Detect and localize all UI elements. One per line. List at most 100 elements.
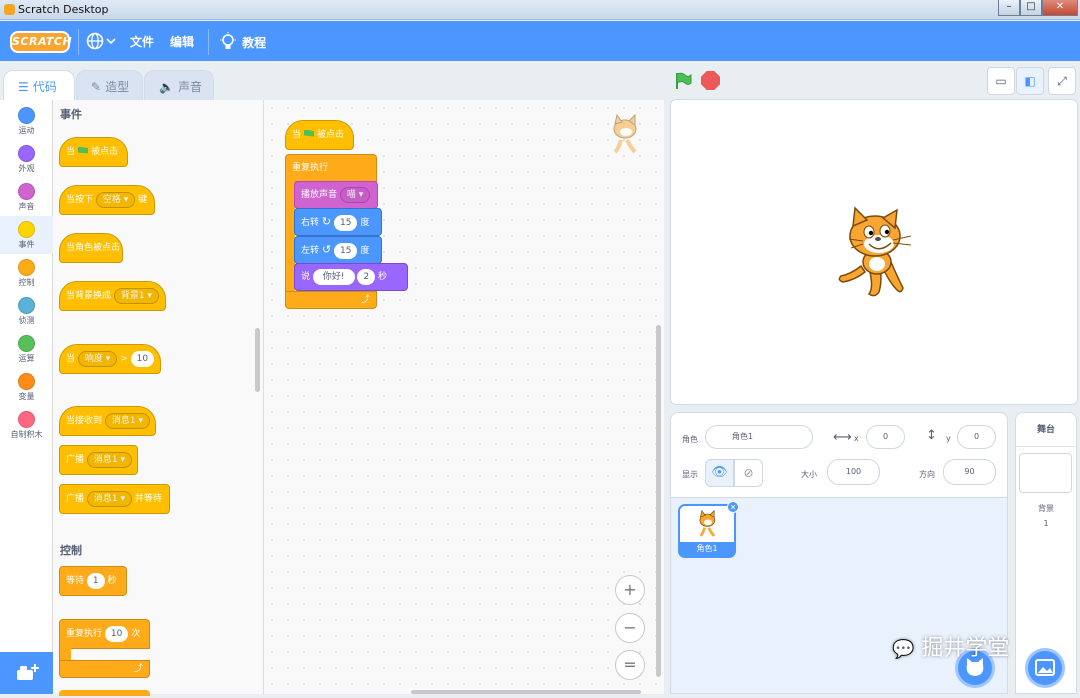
forever-block-footer: ⤴ <box>285 291 377 309</box>
block-when-backdrop-switches[interactable]: 当背景换成 背景1 ▾ <box>59 281 166 311</box>
direction-label: 方向 <box>919 470 935 479</box>
sound-dropdown[interactable]: 喵 ▾ <box>339 186 371 203</box>
fullscreen-icon: ⤢ <box>1057 74 1067 88</box>
sprite-thumbnail[interactable]: ✕ 角色1 <box>678 501 739 558</box>
script-when-flag-clicked[interactable]: 当被点击 <box>285 120 354 150</box>
sprite-name-input[interactable]: 角色1 <box>705 425 813 449</box>
sprite-cat[interactable] <box>831 206 921 298</box>
sensor-dropdown[interactable]: 响度 ▾ <box>77 350 118 367</box>
hide-sprite-button[interactable]: ⊘ <box>734 459 763 487</box>
size-input[interactable]: 100 <box>827 459 880 485</box>
fullscreen-button[interactable]: ⤢ <box>1048 67 1076 95</box>
threshold-input[interactable]: 10 <box>130 350 155 367</box>
menu-bar: SCRATCH 文件 编辑 教程 <box>0 21 1080 61</box>
category-control[interactable]: 控制 <box>0 254 53 292</box>
tab-costumes[interactable]: ✎ 造型 <box>76 70 143 100</box>
tab-sounds[interactable]: 🔈 声音 <box>144 70 214 100</box>
wait-seconds-input[interactable]: 1 <box>86 572 105 589</box>
direction-input[interactable]: 90 <box>943 459 996 485</box>
script-say-for-secs[interactable]: 说 你好! 2 秒 <box>294 263 408 291</box>
sprite-info-panel: 角色 角色1 ⟷ x 0 ↕ y 0 显示 👁 ⊘ 大小 100 方向 90 <box>670 412 1008 498</box>
block-repeat[interactable]: 重复执行 10 次 <box>59 619 150 649</box>
category-events[interactable]: 事件 <box>0 216 53 254</box>
category-my-blocks[interactable]: 自制积木 <box>0 406 53 444</box>
category-looks[interactable]: 外观 <box>0 140 53 178</box>
brush-icon: ✎ <box>91 80 102 94</box>
say-seconds-input[interactable]: 2 <box>357 268 376 285</box>
key-dropdown[interactable]: 空格 ▾ <box>95 191 136 208</box>
turn-right-degrees-input[interactable]: 15 <box>333 214 358 231</box>
workspace-vertical-scrollbar[interactable] <box>656 325 661 677</box>
large-stage-button[interactable]: ◧ <box>1016 67 1044 95</box>
block-broadcast-and-wait[interactable]: 广播 消息1 ▾ 并等待 <box>59 484 170 514</box>
message-dropdown[interactable]: 消息1 ▾ <box>86 451 133 468</box>
block-when-greater-than[interactable]: 当 响度 ▾ > 10 <box>59 344 161 374</box>
script-forever-block[interactable]: 重复执行 <box>285 154 377 182</box>
message-dropdown[interactable]: 消息1 ▾ <box>86 490 133 507</box>
maximize-button[interactable]: □ <box>1020 0 1042 16</box>
category-operators[interactable]: 运算 <box>0 330 53 368</box>
script-turn-left[interactable]: 左转 ↺ 15 度 <box>294 236 382 264</box>
repeat-count-input[interactable]: 10 <box>104 625 129 642</box>
category-sensing[interactable]: 侦测 <box>0 292 53 330</box>
backdrop-dropdown[interactable]: 背景1 ▾ <box>113 287 160 304</box>
block-when-flag-clicked[interactable]: 当被点击 <box>59 137 128 167</box>
language-menu[interactable] <box>86 31 116 55</box>
window-title: Scratch Desktop <box>18 3 109 16</box>
backdrop-thumbnail[interactable] <box>1019 453 1072 493</box>
zoom-in-button[interactable]: + <box>615 575 645 605</box>
tutorials-label: 教程 <box>242 36 267 50</box>
zoom-reset-button[interactable]: = <box>615 650 645 680</box>
tab-code[interactable]: ☰ 代码 <box>3 70 75 101</box>
workspace-horizontal-scrollbar[interactable] <box>411 690 641 694</box>
window-title-bar: Scratch Desktop – □ ✕ <box>0 0 1080 20</box>
zoom-out-button[interactable]: − <box>615 613 645 643</box>
backdrops-count: 1 <box>1043 519 1049 528</box>
block-broadcast[interactable]: 广播 消息1 ▾ <box>59 445 138 475</box>
block-when-receive[interactable]: 当接收到 消息1 ▾ <box>59 406 156 436</box>
say-text-input[interactable]: 你好! <box>312 268 355 285</box>
stage-canvas[interactable] <box>670 99 1078 405</box>
category-variables[interactable]: 变量 <box>0 368 53 406</box>
green-flag-icon <box>78 146 89 154</box>
tutorials-menu[interactable]: 教程 <box>219 31 266 52</box>
y-position-input[interactable]: 0 <box>957 425 996 449</box>
y-label: y <box>946 434 951 443</box>
lightbulb-icon <box>220 31 236 49</box>
watermark-text: 💬 掘井学堂 <box>892 636 1010 661</box>
file-menu[interactable]: 文件 <box>130 33 154 50</box>
script-play-sound[interactable]: 播放声音 喵 ▾ <box>294 181 378 209</box>
close-window-button[interactable]: ✕ <box>1042 0 1078 16</box>
palette-scrollbar[interactable] <box>255 328 260 392</box>
category-sound[interactable]: 声音 <box>0 178 53 216</box>
small-stage-button[interactable]: ▭ <box>987 67 1015 95</box>
menu-divider <box>78 29 79 55</box>
size-label: 大小 <box>801 470 817 479</box>
show-sprite-button[interactable]: 👁 <box>705 459 734 487</box>
show-label: 显示 <box>682 470 698 479</box>
stop-button[interactable] <box>701 71 720 90</box>
turn-left-degrees-input[interactable]: 15 <box>333 242 358 259</box>
script-turn-right[interactable]: 右转 ↻ 15 度 <box>294 208 382 236</box>
small-stage-icon: ▭ <box>995 74 1007 88</box>
green-flag-button[interactable] <box>674 72 692 90</box>
rotate-left-icon: ↺ <box>321 243 332 256</box>
edit-menu[interactable]: 编辑 <box>170 33 194 50</box>
add-extension-button[interactable] <box>0 652 53 694</box>
message-dropdown[interactable]: 消息1 ▾ <box>104 412 151 429</box>
choose-backdrop-button[interactable] <box>1025 648 1065 688</box>
large-stage-icon: ◧ <box>1024 74 1036 88</box>
eye-slash-icon: ⊘ <box>743 466 754 480</box>
minimize-button[interactable]: – <box>998 0 1020 16</box>
section-header-events: 事件 <box>60 108 82 121</box>
x-position-input[interactable]: 0 <box>866 425 905 449</box>
block-wait[interactable]: 等待 1 秒 <box>59 566 127 596</box>
code-workspace[interactable]: 当被点击 重复执行 ⤴ 播放声音 喵 ▾ 右转 ↻ 15 度 左转 ↺ 15 度… <box>264 100 664 694</box>
delete-sprite-button[interactable]: ✕ <box>727 501 739 513</box>
category-motion[interactable]: 运动 <box>0 102 53 140</box>
eye-icon: 👁 <box>711 465 728 480</box>
extension-icon <box>17 664 39 680</box>
block-when-key-pressed[interactable]: 当按下 空格 ▾ 键 <box>59 185 155 215</box>
block-when-sprite-clicked[interactable]: 当角色被点击 <box>59 233 123 263</box>
scratch-logo[interactable]: SCRATCH <box>10 31 72 53</box>
